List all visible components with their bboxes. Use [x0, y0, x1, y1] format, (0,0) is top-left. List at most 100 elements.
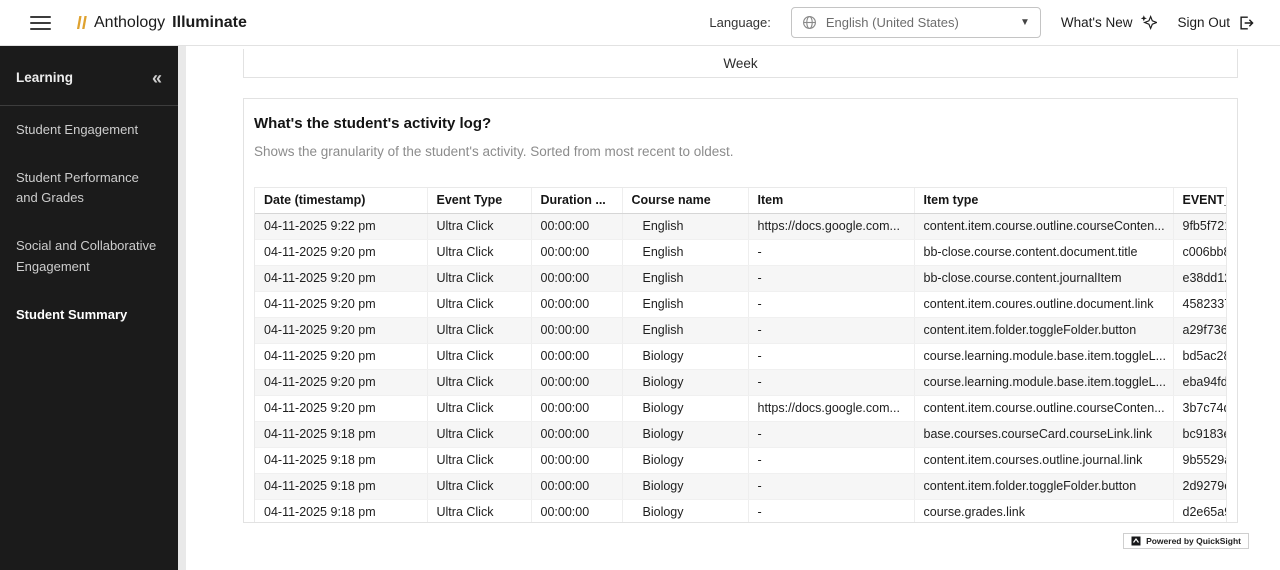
sparkle-icon: [1140, 14, 1157, 31]
language-select-value: English (United States): [826, 15, 959, 30]
table-cell: 00:00:00: [531, 448, 622, 474]
table-cell: -: [748, 240, 914, 266]
brand-name-regular: Anthology: [94, 14, 165, 32]
table-cell: 04-11-2025 9:20 pm: [255, 240, 427, 266]
table-cell: https://docs.google.com...: [748, 396, 914, 422]
table-cell: Biology: [622, 370, 748, 396]
table-cell: 4582337: [1173, 292, 1227, 318]
table-cell: 00:00:00: [531, 396, 622, 422]
top-header: Anthology Illuminate Language: English (…: [0, 0, 1280, 46]
table-cell: Biology: [622, 474, 748, 500]
table-cell: bb-close.course.content.document.title: [914, 240, 1173, 266]
activity-log-card: What's the student's activity log? Shows…: [243, 98, 1238, 523]
table-row[interactable]: 04-11-2025 9:18 pmUltra Click00:00:00Bio…: [255, 500, 1227, 524]
column-header[interactable]: Date (timestamp): [255, 188, 427, 214]
table-cell: 00:00:00: [531, 422, 622, 448]
table-row[interactable]: 04-11-2025 9:20 pmUltra Click00:00:00Bio…: [255, 344, 1227, 370]
table-cell: 04-11-2025 9:18 pm: [255, 422, 427, 448]
sidebar-item[interactable]: Student Summary: [0, 291, 178, 339]
sign-out-button[interactable]: Sign Out: [1177, 15, 1254, 31]
sign-out-label: Sign Out: [1177, 15, 1230, 30]
table-cell: content.item.course.outline.courseConten…: [914, 396, 1173, 422]
table-cell: 04-11-2025 9:20 pm: [255, 370, 427, 396]
table-cell: -: [748, 292, 914, 318]
table-cell: c006bb88: [1173, 240, 1227, 266]
chart-card-partial: Week: [243, 49, 1238, 78]
table-row[interactable]: 04-11-2025 9:18 pmUltra Click00:00:00Bio…: [255, 448, 1227, 474]
table-header-row: Date (timestamp)Event TypeDuration ...Co…: [255, 188, 1227, 214]
table-cell: Biology: [622, 396, 748, 422]
table-row[interactable]: 04-11-2025 9:22 pmUltra Click00:00:00Eng…: [255, 214, 1227, 240]
sidebar-item[interactable]: Student Engagement: [0, 106, 178, 154]
table-cell: Ultra Click: [427, 292, 531, 318]
table-cell: -: [748, 448, 914, 474]
column-header[interactable]: Item: [748, 188, 914, 214]
table-cell: Biology: [622, 500, 748, 524]
table-cell: 04-11-2025 9:20 pm: [255, 396, 427, 422]
table-row[interactable]: 04-11-2025 9:18 pmUltra Click00:00:00Bio…: [255, 474, 1227, 500]
main-content: Week What's the student's activity log? …: [186, 46, 1280, 570]
column-header[interactable]: Duration ...: [531, 188, 622, 214]
table-cell: 04-11-2025 9:18 pm: [255, 448, 427, 474]
table-cell: English: [622, 318, 748, 344]
column-header[interactable]: Event Type: [427, 188, 531, 214]
column-header[interactable]: Item type: [914, 188, 1173, 214]
table-cell: d2e65a96: [1173, 500, 1227, 524]
sidebar-scrollbar[interactable]: [178, 46, 186, 570]
sidebar-item[interactable]: Student Performance and Grades: [0, 154, 178, 222]
table-cell: Ultra Click: [427, 240, 531, 266]
sidebar-item[interactable]: Social and Collaborative Engagement: [0, 222, 178, 290]
table-row[interactable]: 04-11-2025 9:20 pmUltra Click00:00:00Eng…: [255, 266, 1227, 292]
table-cell: 2d9279e6: [1173, 474, 1227, 500]
table-row[interactable]: 04-11-2025 9:20 pmUltra Click00:00:00Bio…: [255, 370, 1227, 396]
quicksight-logo-icon: [1131, 536, 1141, 546]
sidebar-header: Learning «: [0, 46, 178, 106]
whats-new-button[interactable]: What's New: [1061, 14, 1158, 31]
table-row[interactable]: 04-11-2025 9:20 pmUltra Click00:00:00Eng…: [255, 240, 1227, 266]
column-header[interactable]: EVENT_ID: [1173, 188, 1227, 214]
table-cell: 04-11-2025 9:20 pm: [255, 318, 427, 344]
table-row[interactable]: 04-11-2025 9:20 pmUltra Click00:00:00Eng…: [255, 318, 1227, 344]
table-row[interactable]: 04-11-2025 9:18 pmUltra Click00:00:00Bio…: [255, 422, 1227, 448]
table-cell: 9b5529a2: [1173, 448, 1227, 474]
table-cell: -: [748, 370, 914, 396]
table-cell: a29f7368: [1173, 318, 1227, 344]
table-cell: 00:00:00: [531, 500, 622, 524]
table-cell: 04-11-2025 9:22 pm: [255, 214, 427, 240]
table-cell: 00:00:00: [531, 474, 622, 500]
table-cell: Ultra Click: [427, 396, 531, 422]
table-cell: -: [748, 318, 914, 344]
table-cell: Ultra Click: [427, 266, 531, 292]
table-cell: English: [622, 266, 748, 292]
table-cell: bd5ac28c: [1173, 344, 1227, 370]
table-cell: Ultra Click: [427, 500, 531, 524]
collapse-sidebar-icon[interactable]: «: [152, 72, 162, 84]
table-cell: -: [748, 266, 914, 292]
powered-by-quicksight-badge[interactable]: Powered by QuickSight: [1123, 533, 1249, 549]
table-body: 04-11-2025 9:22 pmUltra Click00:00:00Eng…: [255, 214, 1227, 524]
table-cell: English: [622, 292, 748, 318]
table-cell: course.learning.module.base.item.toggleL…: [914, 344, 1173, 370]
table-cell: Ultra Click: [427, 474, 531, 500]
column-header[interactable]: Course name: [622, 188, 748, 214]
table-cell: course.grades.link: [914, 500, 1173, 524]
globe-icon: [802, 15, 817, 30]
table-cell: Biology: [622, 422, 748, 448]
whats-new-label: What's New: [1061, 15, 1133, 30]
sidebar-title: Learning: [16, 70, 73, 85]
table-cell: 00:00:00: [531, 214, 622, 240]
table-row[interactable]: 04-11-2025 9:20 pmUltra Click00:00:00Bio…: [255, 396, 1227, 422]
card-title: What's the student's activity log?: [254, 115, 1227, 132]
table-cell: bc9183e5: [1173, 422, 1227, 448]
table-cell: Ultra Click: [427, 214, 531, 240]
table-cell: 04-11-2025 9:18 pm: [255, 474, 427, 500]
table-cell: 3b7c74d8: [1173, 396, 1227, 422]
table-cell: Biology: [622, 344, 748, 370]
table-cell: -: [748, 500, 914, 524]
table-cell: content.item.folder.toggleFolder.button: [914, 318, 1173, 344]
language-select[interactable]: English (United States) ▼: [791, 7, 1041, 38]
table-row[interactable]: 04-11-2025 9:20 pmUltra Click00:00:00Eng…: [255, 292, 1227, 318]
table-cell: 04-11-2025 9:20 pm: [255, 266, 427, 292]
table-cell: 9fb5f721: [1173, 214, 1227, 240]
menu-icon[interactable]: [30, 16, 51, 30]
